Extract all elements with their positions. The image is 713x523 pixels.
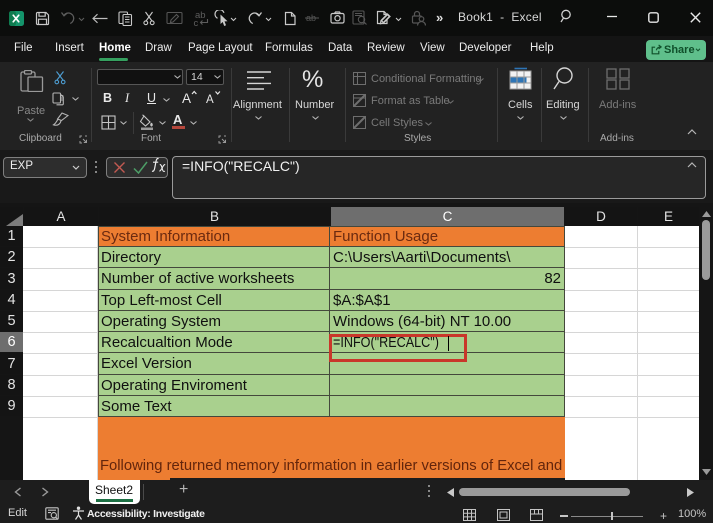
svg-text:A: A: [182, 91, 191, 104]
svg-text:c: c: [194, 18, 199, 27]
svg-text:A: A: [206, 94, 214, 104]
